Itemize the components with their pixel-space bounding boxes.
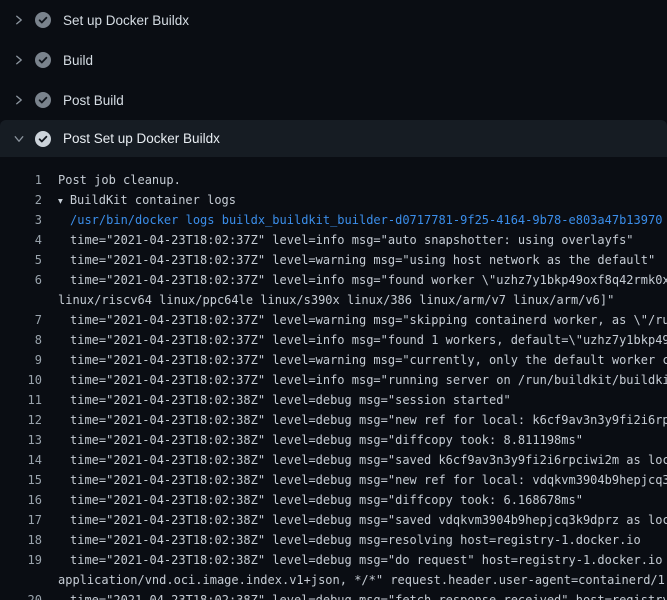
log-line: 19time="2021-04-23T18:02:38Z" level=debu… xyxy=(0,550,667,570)
step-title: Post Set up Docker Buildx xyxy=(63,131,220,146)
chevron-down-icon xyxy=(13,133,25,145)
step-title: Set up Docker Buildx xyxy=(63,13,189,28)
log-line-text: time="2021-04-23T18:02:37Z" level=warnin… xyxy=(42,313,667,327)
log-line: linux/riscv64 linux/ppc64le linux/s390x … xyxy=(0,290,667,310)
log-line: 12time="2021-04-23T18:02:38Z" level=debu… xyxy=(0,410,667,430)
log-line: 11time="2021-04-23T18:02:38Z" level=debu… xyxy=(0,390,667,410)
log-line: 9time="2021-04-23T18:02:37Z" level=warni… xyxy=(0,350,667,370)
step-section-build[interactable]: Build xyxy=(0,40,667,80)
collapse-triangle-icon[interactable]: ▼ xyxy=(58,197,70,206)
log-line-text: time="2021-04-23T18:02:37Z" level=info m… xyxy=(42,373,667,387)
log-line-text: time="2021-04-23T18:02:38Z" level=debug … xyxy=(42,393,511,407)
step-title: Build xyxy=(63,53,93,68)
log-line-number: 6 xyxy=(0,273,42,287)
log-line-text: time="2021-04-23T18:02:38Z" level=debug … xyxy=(42,593,667,600)
log-line: 3/usr/bin/docker logs buildx_buildkit_bu… xyxy=(0,210,667,230)
log-line-text: time="2021-04-23T18:02:37Z" level=info m… xyxy=(42,273,667,287)
log-line-number: 18 xyxy=(0,533,42,547)
step-section-set-up-docker-buildx[interactable]: Set up Docker Buildx xyxy=(0,0,667,40)
check-circle-icon xyxy=(35,12,51,28)
log-line-number: 7 xyxy=(0,313,42,327)
log-line-number: 14 xyxy=(0,453,42,467)
log-line: 16time="2021-04-23T18:02:38Z" level=debu… xyxy=(0,490,667,510)
log-line: 17time="2021-04-23T18:02:38Z" level=debu… xyxy=(0,510,667,530)
log-line: 4time="2021-04-23T18:02:37Z" level=info … xyxy=(0,230,667,250)
log-line-number: 16 xyxy=(0,493,42,507)
log-line: 5time="2021-04-23T18:02:37Z" level=warni… xyxy=(0,250,667,270)
log-line-text: time="2021-04-23T18:02:38Z" level=debug … xyxy=(42,473,667,487)
log-line-text: Post job cleanup. xyxy=(42,173,181,187)
log-group-label: BuildKit container logs xyxy=(70,193,236,207)
log-line-text: time="2021-04-23T18:02:38Z" level=debug … xyxy=(42,413,667,427)
check-circle-icon xyxy=(35,131,51,147)
log-line-text: time="2021-04-23T18:02:38Z" level=debug … xyxy=(42,433,583,447)
log-line-number: 20 xyxy=(0,593,42,600)
log-line-text: time="2021-04-23T18:02:37Z" level=warnin… xyxy=(42,253,655,267)
chevron-right-icon xyxy=(13,14,25,26)
log-line-number: 3 xyxy=(0,213,42,227)
log-line: 20time="2021-04-23T18:02:38Z" level=debu… xyxy=(0,590,667,600)
log-line: 8time="2021-04-23T18:02:37Z" level=info … xyxy=(0,330,667,350)
log-line: 15time="2021-04-23T18:02:38Z" level=debu… xyxy=(0,470,667,490)
log-line-text: time="2021-04-23T18:02:37Z" level=warnin… xyxy=(42,353,667,367)
chevron-right-icon xyxy=(13,54,25,66)
step-section-post-build[interactable]: Post Build xyxy=(0,80,667,120)
log-line: 13time="2021-04-23T18:02:38Z" level=debu… xyxy=(0,430,667,450)
log-line-text: time="2021-04-23T18:02:38Z" level=debug … xyxy=(42,533,641,547)
log-line: 1Post job cleanup. xyxy=(0,170,667,190)
log-line: 10time="2021-04-23T18:02:37Z" level=info… xyxy=(0,370,667,390)
log-line-number: 13 xyxy=(0,433,42,447)
log-line-text: ▼BuildKit container logs xyxy=(42,193,236,207)
check-circle-icon xyxy=(35,52,51,68)
log-line-number: 5 xyxy=(0,253,42,267)
log-line-number: 17 xyxy=(0,513,42,527)
log-line-number: 19 xyxy=(0,553,42,567)
step-section-post-set-up-docker-buildx[interactable]: Post Set up Docker Buildx xyxy=(0,120,667,157)
log-line: 14time="2021-04-23T18:02:38Z" level=debu… xyxy=(0,450,667,470)
step-title: Post Build xyxy=(63,93,124,108)
log-line-number: 11 xyxy=(0,393,42,407)
log-area: 1Post job cleanup.2▼BuildKit container l… xyxy=(0,157,667,600)
log-line: application/vnd.oci.image.index.v1+json,… xyxy=(0,570,667,590)
log-line-number: 12 xyxy=(0,413,42,427)
log-line: 6time="2021-04-23T18:02:37Z" level=info … xyxy=(0,270,667,290)
chevron-right-icon xyxy=(13,94,25,106)
log-line: 18time="2021-04-23T18:02:38Z" level=debu… xyxy=(0,530,667,550)
log-line-number: 10 xyxy=(0,373,42,387)
log-line: 7time="2021-04-23T18:02:37Z" level=warni… xyxy=(0,310,667,330)
log-line-number: 2 xyxy=(0,193,42,207)
log-line-text: time="2021-04-23T18:02:38Z" level=debug … xyxy=(42,553,667,567)
log-line-text: /usr/bin/docker logs buildx_buildkit_bui… xyxy=(42,213,662,227)
log-line-number: 4 xyxy=(0,233,42,247)
log-group-line[interactable]: 2▼BuildKit container logs xyxy=(0,190,667,210)
steps-list: Set up Docker Buildx Build Post Build xyxy=(0,0,667,157)
log-line-text: time="2021-04-23T18:02:38Z" level=debug … xyxy=(42,493,583,507)
log-line-text: linux/riscv64 linux/ppc64le linux/s390x … xyxy=(42,293,614,307)
log-line-number: 9 xyxy=(0,353,42,367)
log-line-text: time="2021-04-23T18:02:38Z" level=debug … xyxy=(42,453,667,467)
log-line-text: application/vnd.oci.image.index.v1+json,… xyxy=(42,573,667,587)
check-circle-icon xyxy=(35,92,51,108)
log-line-number: 15 xyxy=(0,473,42,487)
log-line-number: 1 xyxy=(0,173,42,187)
log-line-number: 8 xyxy=(0,333,42,347)
log-line-text: time="2021-04-23T18:02:37Z" level=info m… xyxy=(42,333,667,347)
log-line-text: time="2021-04-23T18:02:38Z" level=debug … xyxy=(42,513,667,527)
log-line-text: time="2021-04-23T18:02:37Z" level=info m… xyxy=(42,233,634,247)
